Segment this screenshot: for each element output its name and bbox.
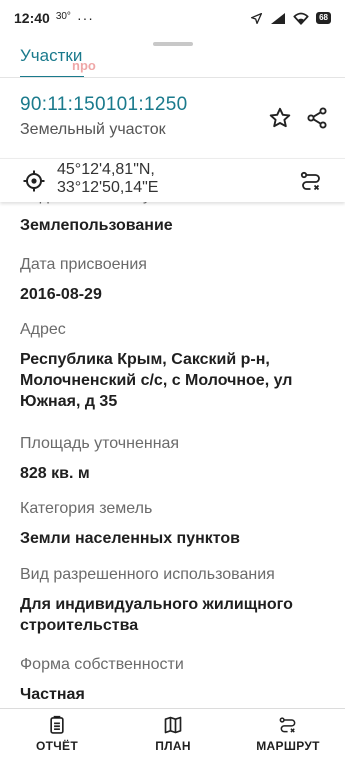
- field-value: Частная: [20, 686, 85, 703]
- field-address: Адрес Республика Крым, Сакский р-н, Моло…: [20, 320, 340, 412]
- coordinates-bar: 45°12'4,81"N, 33°12'50,14"E: [0, 158, 345, 202]
- favorite-button[interactable]: [264, 102, 296, 134]
- nav-plan-label: ПЛАН: [155, 739, 191, 753]
- parcel-header: 90:11:150101:1250 Земельный участок: [0, 88, 345, 152]
- field-label: Вид разрешенного использования: [20, 566, 275, 583]
- wifi-icon: [293, 12, 309, 25]
- header-divider: [0, 77, 345, 78]
- crosshair-icon: [23, 170, 45, 192]
- field-label: Категория земель: [20, 500, 153, 517]
- cellular-signal-icon: [271, 12, 286, 24]
- nav-report-label: ОТЧЁТ: [36, 739, 78, 753]
- watermark-logo: npo: [72, 58, 96, 73]
- field-label: Форма собственности: [20, 656, 184, 673]
- field-ownership: Форма собственности Частная: [20, 655, 340, 705]
- status-icons: 68: [250, 12, 331, 25]
- field-value: Земли населенных пунктов: [20, 530, 241, 547]
- drag-handle[interactable]: [153, 42, 193, 46]
- route-button[interactable]: [295, 165, 327, 197]
- status-time: 12:40: [14, 10, 50, 26]
- status-temperature: 30°: [55, 10, 71, 22]
- bottom-navigation: ОТЧЁТ ПЛАН МАРШРУТ: [0, 708, 345, 767]
- status-more-icon: ···: [76, 10, 94, 26]
- map-icon: [164, 716, 182, 734]
- field-value: 2016-08-29: [20, 286, 102, 303]
- field-value: Для индивидуального жилищного строительс…: [20, 596, 293, 634]
- longitude: 33°12'50,14"E: [57, 179, 159, 196]
- field-permitted-use: Вид разрешенного использования Для индив…: [20, 565, 340, 636]
- nav-report[interactable]: ОТЧЁТ: [2, 715, 112, 753]
- field-label: Адрес: [20, 321, 66, 338]
- report-icon: [50, 715, 64, 734]
- location-arrow-icon: [251, 12, 263, 24]
- locate-button[interactable]: [18, 165, 50, 197]
- field-label: Дата присвоения: [20, 256, 147, 273]
- field-land-category: Категория земель Земли населенных пункто…: [20, 499, 340, 549]
- field-value[interactable]: Республика Крым, Сакский р-н, Молочненск…: [20, 349, 340, 412]
- cadastral-number[interactable]: 90:11:150101:1250: [20, 94, 187, 116]
- header-tabs: Участки npo: [0, 36, 345, 78]
- nav-plan[interactable]: ПЛАН: [118, 715, 228, 753]
- field-value: Землепользование: [20, 217, 173, 234]
- nav-route-label: МАРШРУТ: [256, 739, 320, 753]
- battery-icon: 68: [316, 12, 331, 24]
- field-assignment-date: Дата присвоения 2016-08-29: [20, 255, 340, 305]
- field-area: Площадь уточненная 828 кв. м: [20, 434, 340, 484]
- share-button[interactable]: [301, 102, 333, 134]
- field-value: 828 кв. м: [20, 465, 90, 482]
- route-icon: [279, 717, 296, 733]
- field-label: Площадь уточненная: [20, 435, 180, 452]
- parcel-details: Вид земельного участка Землепользование …: [0, 188, 345, 708]
- share-icon: [307, 107, 327, 129]
- coordinates-text[interactable]: 45°12'4,81"N, 33°12'50,14"E: [57, 161, 158, 197]
- parcel-type: Земельный участок: [20, 121, 166, 138]
- star-icon: [269, 107, 291, 128]
- status-bar: 12:40 30° ··· 68: [0, 0, 345, 36]
- latitude: 45°12'4,81"N,: [57, 161, 155, 178]
- route-icon: [300, 171, 320, 191]
- nav-route[interactable]: МАРШРУТ: [233, 715, 343, 753]
